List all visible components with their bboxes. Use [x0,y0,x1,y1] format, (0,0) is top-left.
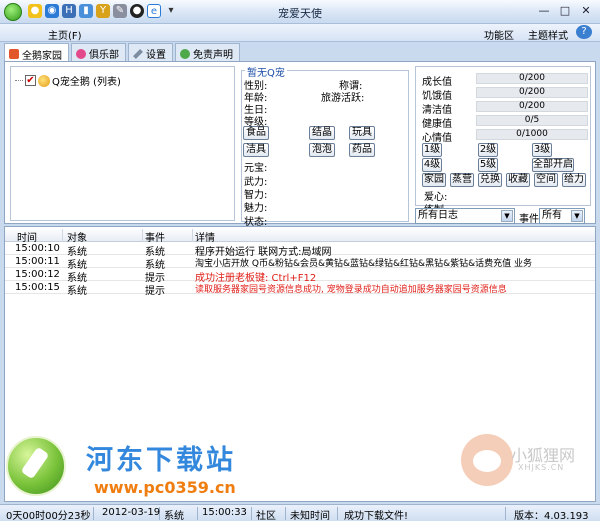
space-button[interactable]: 空间 [534,173,558,187]
level-4-button[interactable]: 4级 [422,158,442,172]
cleaner-button[interactable]: 洁具 [243,143,269,157]
main-panel: ✔ Q宠全鹅 (列表) 暂无Q宠 性别: 称谓: 年龄: 旅游活跃: 生日: 等… [4,61,596,228]
status-download: 成功下载文件! [340,507,506,521]
wrench-icon [133,48,143,59]
event-filter-select[interactable]: 所有 ▼ [539,208,585,224]
pet-info-panel: 暂无Q宠 性别: 称谓: 年龄: 旅游活跃: 生日: 等级: 食品 结晶 玩具 … [241,64,411,228]
tree-item-label: Q宠全鹅 (列表) [52,77,121,88]
status-date: 2012-03-19 [98,507,160,520]
col-time[interactable]: 时间 [17,229,63,244]
pet-tree[interactable]: ✔ Q宠全鹅 (列表) [10,66,235,221]
health-bar: 0/5 [476,115,588,126]
tab-club[interactable]: 俱乐部 [71,43,126,61]
stat-hunger: 饥饿值 0/200 [420,87,588,102]
stat-clean: 清洁值 0/200 [420,101,588,116]
status-community: 社区 [252,507,286,521]
collect-button[interactable]: 收藏 [506,173,530,187]
status-unknown-time: 未知时间 [286,507,338,521]
stat-mood: 心情值 0/1000 [420,129,588,144]
status-system: 系统 [160,507,198,521]
log-filter-select[interactable]: 所有日志 ▼ [415,208,515,224]
table-row[interactable]: 15:00:12 系统 提示 成功注册老板键: Ctrl+F12 [5,269,595,284]
camp-button[interactable]: 蒸营 [450,173,474,187]
menu-theme[interactable]: 主题样式 [528,27,568,42]
medicine-button[interactable]: 药品 [349,143,375,157]
tour-active-label: 旅游活跃: [321,93,365,104]
table-row[interactable]: 15:00:10 系统 系统 程序开始运行 联网方式:局域网 [5,243,595,258]
disclaimer-icon [180,48,190,59]
mood-bar: 0/1000 [476,129,588,140]
menu-home[interactable]: 主页(F) [48,27,82,42]
stats-panel: 成长值 0/200 饥饿值 0/200 清洁值 0/200 健康值 0/5 心情… [415,66,591,216]
watermark: 河东下载站 www.pc0359.cn 小狐狸网 XHJKS.CN [6,430,596,504]
boost-button[interactable]: 给力 [562,173,586,187]
open-all-button[interactable]: 全部开启 [532,158,574,172]
tab-home[interactable]: 全鹅家园 [4,43,69,62]
hunger-bar: 0/200 [476,87,588,98]
yuanbao-label: 元宝: [244,163,268,174]
table-row[interactable]: 15:00:15 系统 提示 读取服务器家园号资源信息成功, 宠物登录成功自动追… [5,282,595,297]
window-title: 宠爱天使 [278,7,322,20]
food-button[interactable]: 食品 [243,126,269,140]
status-version: 版本：4.03.193 [514,511,589,521]
stat-health: 健康值 0/5 [420,115,588,130]
stat-growth: 成长值 0/200 [420,73,588,88]
tab-disclaimer[interactable]: 免责声明 [175,43,240,61]
status-uptime: 0天00时00分23秒 [2,507,94,521]
bubble-button[interactable]: 泡泡 [309,143,335,157]
exchange-button[interactable]: 兑换 [478,173,502,187]
watermark-fox-url: XHJKS.CN [518,463,565,472]
event-filter-label: 事件 [519,214,539,225]
toy-button[interactable]: 玩具 [349,126,375,140]
status-bar: 0天00时00分23秒 2012-03-19 系统 15:00:33 社区 未知… [0,504,600,521]
tab-settings[interactable]: 设置 [128,43,173,61]
crystal-button[interactable]: 结晶 [309,126,335,140]
home-button[interactable]: 家园 [422,173,446,187]
close-button[interactable]: ✕ [576,3,596,19]
col-object[interactable]: 对象 [67,229,143,244]
title-bar: ● ◉ H ▮ Y ✎ ● e ▾ 宠爱天使 — □ ✕ [0,0,600,24]
tree-item[interactable]: ✔ Q宠全鹅 (列表) [15,73,121,88]
home-icon [9,49,19,59]
pet-icon [38,74,50,87]
club-icon [76,48,86,59]
fox-logo-icon [461,434,513,486]
level-5-button[interactable]: 5级 [478,158,498,172]
level-1-button[interactable]: 1级 [422,143,442,157]
minimize-button[interactable]: — [534,3,554,19]
charm-label: 魅力: [244,203,268,214]
help-icon[interactable]: ? [576,25,592,39]
status-clock: 15:00:33 [198,507,252,520]
site-logo-icon [6,436,66,496]
growth-bar: 0/200 [476,73,588,84]
chevron-down-icon: ▼ [501,210,513,222]
table-row[interactable]: 15:00:11 系统 系统 淘宝小店开放 Q币&粉钻&会员&黄钻&蓝钻&绿钻&… [5,256,595,271]
level-2-button[interactable]: 2级 [478,143,498,157]
col-event[interactable]: 事件 [145,229,193,244]
tree-checkbox[interactable]: ✔ [25,75,36,86]
menu-function-area[interactable]: 功能区 [484,27,514,42]
tab-strip: 全鹅家园 俱乐部 设置 免责声明 [4,43,240,62]
clean-bar: 0/200 [476,101,588,112]
level-3-button[interactable]: 3级 [532,143,552,157]
chevron-down-icon: ▼ [571,210,583,222]
watermark-site-url: www.pc0359.cn [94,478,236,497]
maximize-button[interactable]: □ [555,3,575,19]
log-header: 时间 对象 事件 详情 [5,227,595,244]
watermark-site-name: 河东下载站 [86,445,236,476]
menu-bar: 主页(F) 功能区 主题样式 ? [0,24,600,42]
col-detail[interactable]: 详情 [195,229,593,244]
